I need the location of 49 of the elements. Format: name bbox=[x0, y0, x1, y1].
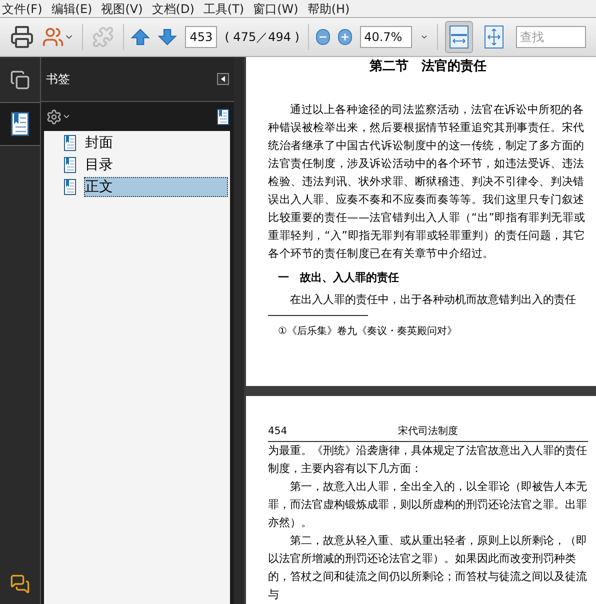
menu-item[interactable]: 窗口(W) bbox=[253, 0, 298, 18]
bookmark-icon bbox=[9, 112, 31, 136]
plus-icon bbox=[340, 32, 350, 42]
footnote: ①《后乐集》卷九《奏议・奏英殿问对》 bbox=[277, 324, 458, 338]
page-number: 454 bbox=[268, 425, 288, 439]
body-paragraph: 第二，故意从轻入重、或从重出轻者，原则上以所剩论，（即以法官所增减的刑罚还论法官之罪）。如果因此而改变刑罚种类的，笞杖之间和徒流之间仍以所剩论；而笞杖与徒流之间以及徒流与 bbox=[268, 533, 588, 603]
fit-page-icon bbox=[484, 25, 504, 49]
body-paragraph: 第一，故意入出人罪，全出全入的，以全罪论（即被告人本无罪，而法官虚构锻炼成罪，则以所虚构的刑罚还论法官之罪。出罪亦然）。 bbox=[268, 479, 588, 531]
caret-icon bbox=[62, 112, 71, 121]
people-icon bbox=[42, 26, 64, 48]
bookmark-item[interactable]: 封面 bbox=[84, 133, 228, 153]
body-paragraph: 在出入人罪的责任中，出于各种动机而故意错判出入的责任 bbox=[289, 292, 577, 308]
menu-item[interactable]: 文档(D) bbox=[152, 0, 194, 18]
print-icon bbox=[10, 25, 34, 49]
comments-icon bbox=[10, 574, 30, 594]
bookmark-item[interactable]: 目录 bbox=[84, 155, 228, 175]
fit-width-button[interactable] bbox=[445, 21, 473, 53]
running-title: 宋代司法制度 bbox=[397, 424, 459, 439]
page-count: ( 475／494 ) bbox=[224, 29, 300, 46]
subheading: 一 故出、入人罪的责任 bbox=[277, 270, 400, 286]
page-number-field[interactable]: 453 bbox=[184, 26, 217, 48]
search-field[interactable]: 查找 bbox=[516, 26, 586, 48]
zoom-field[interactable]: 40.7% bbox=[360, 26, 412, 48]
menu-item[interactable]: 工具(T) bbox=[203, 0, 244, 18]
print-button[interactable] bbox=[10, 23, 34, 51]
menu-item[interactable]: 编辑(E) bbox=[51, 0, 92, 18]
previous-page-icon[interactable] bbox=[131, 26, 150, 48]
zoom-out-button[interactable] bbox=[316, 29, 330, 45]
puzzle-icon bbox=[92, 26, 114, 48]
next-page-icon[interactable] bbox=[158, 26, 177, 48]
bookmark-icon bbox=[64, 157, 76, 173]
options-button[interactable] bbox=[46, 108, 71, 124]
body-paragraph: 通过以上各种途径的司法监察活动，法官在诉讼中所犯的各种错误被检举出来，然后要根据情节轻重追究其刑事责任。宋代统治者继承了中国古代诉讼制度中的这一传统，制定了多方面的法官责任制度，涉及诉讼活动中的各个环节，如违法受诉、违法检验、违法判讯、状外求罪、断狱稽违、判决不引律令、判决错误出入人罪、应奏不奏和不应奏而奏等等。我们这里只专门叙述比较重要的责任——法官错判出入人罪（“出”即指有罪判无罪或重罪轻判，“入”即指无罪判有罪或轻罪重判）的责任问题，其它各个环节的责任制度已在有关章节中介绍过。 bbox=[268, 102, 586, 262]
body-paragraph: 为最重。《刑统》沿袭唐律，具体规定了法官故意出入人罪的责任制度，主要内容有以下几方面： bbox=[268, 443, 588, 477]
panel-title: 书签 bbox=[46, 71, 70, 88]
collapse-button[interactable] bbox=[217, 73, 229, 85]
expand-bookmark-icon bbox=[217, 108, 229, 124]
gear-icon bbox=[46, 108, 62, 124]
bookmark-icon bbox=[64, 179, 76, 195]
bookmarks-tab[interactable] bbox=[0, 102, 40, 146]
pages-icon bbox=[10, 70, 30, 90]
zoom-in-button[interactable] bbox=[338, 29, 352, 45]
fit-width-icon bbox=[449, 25, 470, 49]
menu-item[interactable]: 视图(V) bbox=[101, 0, 143, 18]
bookmark-icon bbox=[64, 135, 76, 151]
section-heading: 第二节 法官的责任 bbox=[368, 58, 488, 76]
menu-item[interactable]: 帮助(H) bbox=[307, 0, 350, 18]
bookmark-item[interactable]: 正文 bbox=[84, 177, 228, 197]
menu-item[interactable]: 文件(F) bbox=[2, 0, 42, 18]
